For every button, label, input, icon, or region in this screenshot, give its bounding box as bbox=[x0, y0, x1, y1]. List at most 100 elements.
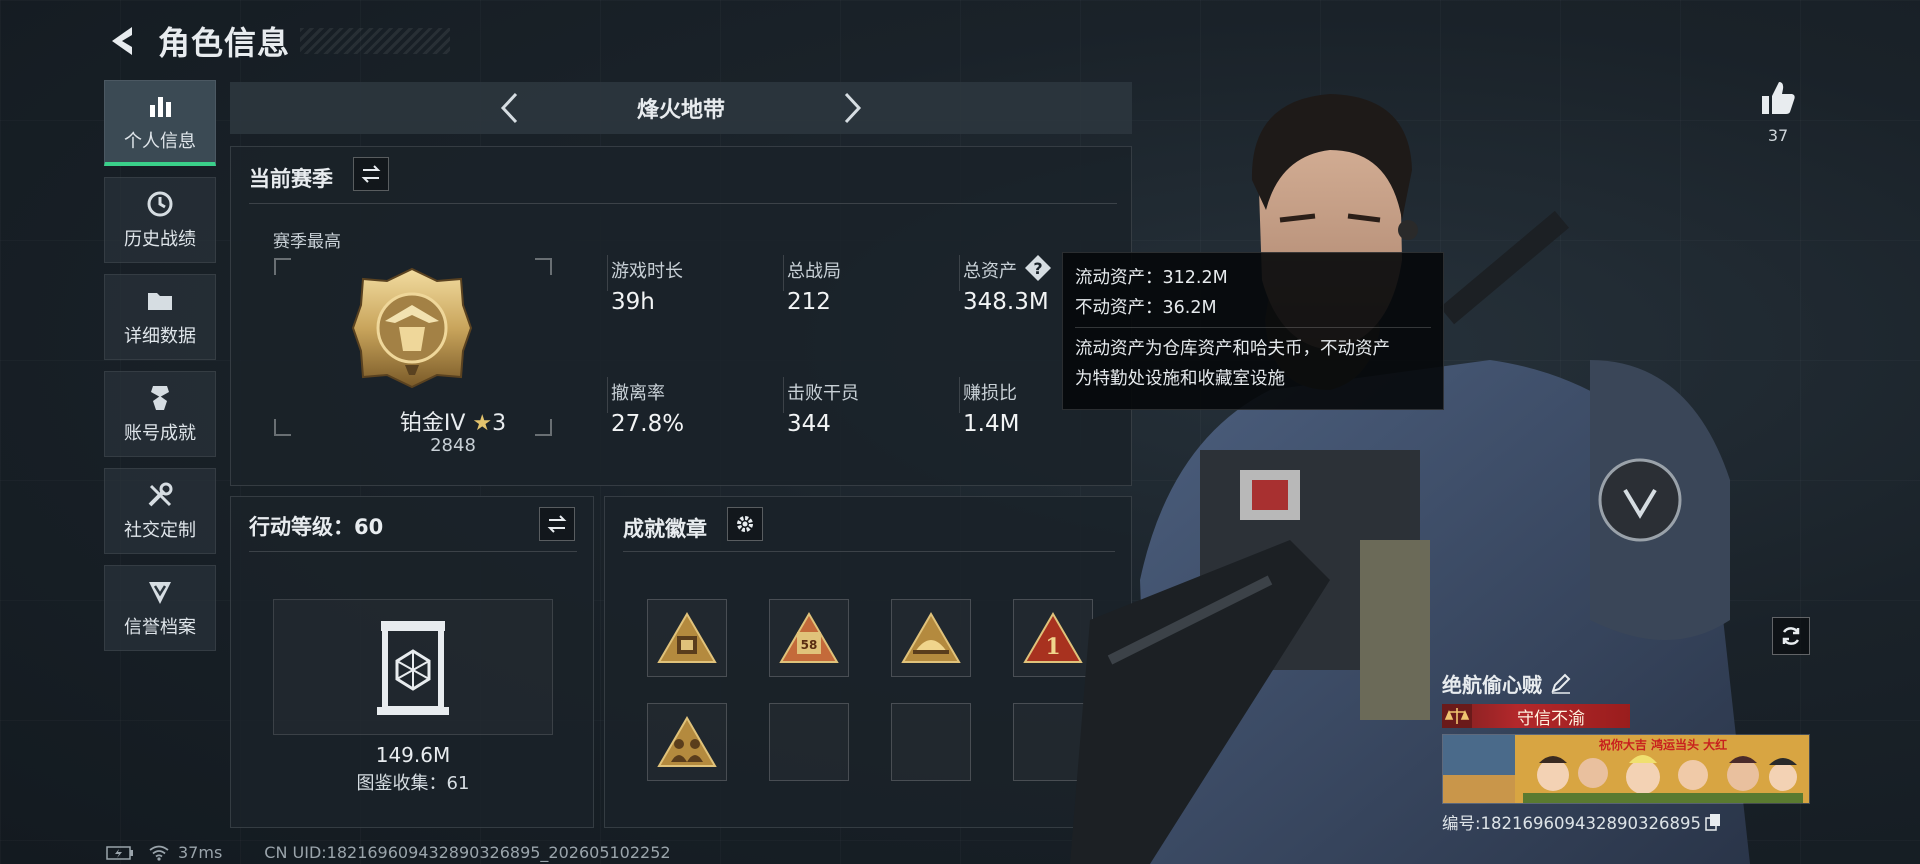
refresh-icon bbox=[1782, 627, 1800, 645]
season-switch-button[interactable] bbox=[353, 157, 389, 191]
sidebar-item-label: 信誉档案 bbox=[124, 617, 196, 638]
player-nickname: 绝航偷心贼 bbox=[1442, 672, 1542, 697]
rank-name-row: 铂金IV ★3 bbox=[353, 405, 553, 437]
star-icon: ★ bbox=[472, 411, 493, 436]
stat-label-profit-ratio: 赚损比 bbox=[963, 383, 1017, 404]
wifi-icon bbox=[149, 845, 169, 861]
number-badge-icon: 58 bbox=[779, 612, 839, 663]
page-title: 角色信息 bbox=[158, 24, 291, 62]
badge-slot[interactable]: 58 bbox=[769, 599, 849, 677]
collection-case-icon bbox=[377, 621, 449, 715]
stat-separator bbox=[607, 377, 608, 413]
sidebar-item-personal-info[interactable]: 个人信息 bbox=[104, 80, 216, 166]
scale-emblem-icon bbox=[1442, 704, 1472, 728]
copy-icon[interactable] bbox=[1705, 813, 1721, 831]
clock-icon bbox=[147, 191, 173, 217]
mode-selector: 烽火地带 bbox=[230, 82, 1132, 134]
battery-indicator bbox=[106, 845, 134, 860]
stat-separator bbox=[607, 255, 608, 291]
warehouse-badge-icon bbox=[657, 612, 717, 663]
badge-slot[interactable] bbox=[891, 599, 971, 677]
nickname-row: 绝航偷心贼 bbox=[1442, 668, 1812, 698]
tooltip-liquid-assets: 流动资产：312.2M bbox=[1075, 268, 1228, 288]
stat-value-playtime: 39h bbox=[611, 289, 655, 315]
player-profile-card: 绝航偷心贼 守信不渝 祝你大吉 鸿运当头 大红 编号:1821696094328… bbox=[1442, 668, 1812, 834]
badge-slot-empty[interactable] bbox=[891, 703, 971, 781]
back-arrow-icon[interactable] bbox=[104, 21, 144, 61]
asset-tooltip: 流动资产：312.2M 不动资产：36.2M 流动资产为仓库资产和哈夫币，不动资… bbox=[1062, 252, 1444, 410]
sidebar: 个人信息 历史战绩 详细数据 账号成就 社交定制 信誉档案 bbox=[104, 80, 216, 662]
swap-icon bbox=[547, 515, 567, 533]
sidebar-item-detailed-data[interactable]: 详细数据 bbox=[104, 274, 216, 360]
gear-icon bbox=[737, 516, 753, 532]
stat-value-matches: 212 bbox=[787, 289, 831, 315]
refresh-button[interactable] bbox=[1772, 617, 1810, 655]
stat-value-extract-rate: 27.8% bbox=[611, 411, 685, 437]
stat-separator bbox=[959, 255, 960, 291]
collection-count: 图鉴收集：61 bbox=[356, 773, 470, 794]
current-season-panel: 当前赛季 赛季最高 铂金IV ★3 2848 游戏时长 39h 总战局 212 … bbox=[230, 146, 1132, 486]
sidebar-item-label: 个人信息 bbox=[124, 130, 196, 152]
divider bbox=[249, 203, 1117, 204]
sidebar-item-credit[interactable]: 信誉档案 bbox=[104, 565, 216, 651]
title-text: 守信不渝 bbox=[1517, 708, 1585, 729]
medal-icon bbox=[151, 386, 169, 410]
player-uid: 编号:1821696094328903268​95 bbox=[1442, 814, 1702, 833]
sidebar-item-label: 详细数据 bbox=[124, 326, 196, 347]
tooltip-fixed-assets: 不动资产：36.2M bbox=[1075, 298, 1217, 318]
rank-name: 铂金IV bbox=[399, 411, 466, 436]
badge-glyph: 58 bbox=[801, 638, 818, 652]
ping-value: 37ms bbox=[178, 843, 223, 862]
name-card-banner-text: 祝你大吉 鸿运当头 大红 bbox=[1599, 737, 1727, 752]
like-button[interactable]: 37 bbox=[1758, 78, 1798, 145]
divider bbox=[249, 551, 577, 552]
tooltip-divider bbox=[1075, 327, 1431, 328]
sidebar-item-label: 社交定制 bbox=[124, 520, 196, 541]
badge-slot[interactable] bbox=[647, 703, 727, 781]
tooltip-description-line-2: 为特勤处设施和收藏室设施 bbox=[1075, 369, 1285, 389]
badge-slot[interactable] bbox=[647, 599, 727, 677]
badge-slot-empty[interactable] bbox=[769, 703, 849, 781]
collection-value: 149.6M bbox=[375, 743, 451, 767]
like-count: 37 bbox=[1767, 126, 1789, 145]
status-bar: 37ms CN UID:18216960943289032689​5_20260… bbox=[106, 843, 685, 862]
bar-chart-icon bbox=[150, 96, 171, 117]
name-card-image[interactable]: 祝你大吉 鸿运当头 大红 bbox=[1442, 734, 1810, 804]
header-decoration bbox=[300, 28, 451, 54]
network-indicator: 37ms bbox=[148, 843, 222, 862]
stat-separator bbox=[959, 377, 960, 413]
stat-label-playtime: 游戏时长 bbox=[611, 261, 683, 282]
rank-points: 2848 bbox=[430, 435, 476, 456]
swap-icon bbox=[361, 165, 381, 183]
action-level-switch-button[interactable] bbox=[539, 507, 575, 541]
name-card-art: 祝你大吉 鸿运当头 大红 bbox=[1443, 735, 1809, 803]
page-header: 角色信息 bbox=[104, 18, 451, 64]
squad-badge-icon bbox=[657, 716, 717, 767]
tooltip-description-line-1: 流动资产为仓库资产和哈夫币，不动资产 bbox=[1075, 339, 1390, 359]
badges-title: 成就徽章 bbox=[623, 517, 707, 541]
season-best-label: 赛季最高 bbox=[273, 232, 341, 252]
current-season-title: 当前赛季 bbox=[249, 167, 333, 191]
next-mode-arrow-icon[interactable] bbox=[831, 88, 871, 128]
sidebar-item-history[interactable]: 历史战绩 bbox=[104, 177, 216, 263]
thumbs-up-icon bbox=[1762, 82, 1795, 114]
edit-pencil-icon[interactable] bbox=[1550, 672, 1572, 694]
badges-settings-button[interactable] bbox=[727, 507, 763, 541]
shield-icon bbox=[149, 582, 171, 604]
stat-separator bbox=[783, 255, 784, 291]
sidebar-item-label: 历史战绩 bbox=[124, 229, 196, 250]
mode-name: 烽火地带 bbox=[636, 98, 725, 123]
platinum-rank-emblem-icon bbox=[351, 267, 473, 389]
sidebar-item-social[interactable]: 社交定制 bbox=[104, 468, 216, 554]
prev-mode-arrow-icon[interactable] bbox=[491, 88, 531, 128]
stat-value-kills: 344 bbox=[787, 411, 831, 437]
rank-stars: 3 bbox=[492, 411, 507, 436]
stat-label-extract-rate: 撤离率 bbox=[611, 383, 665, 404]
action-level-panel: 行动等级：60 149.6M 图鉴收集：61 bbox=[230, 496, 594, 828]
stat-value-profit-ratio: 1.4M bbox=[963, 411, 1020, 437]
sidebar-item-achievements[interactable]: 账号成就 bbox=[104, 371, 216, 457]
stat-separator bbox=[783, 377, 784, 413]
cn-uid: CN UID:18216960943289032689​5_2026051022… bbox=[264, 843, 671, 862]
stat-label-kills: 击败干员 bbox=[787, 383, 859, 404]
action-level-title: 行动等级：60 bbox=[249, 515, 384, 539]
